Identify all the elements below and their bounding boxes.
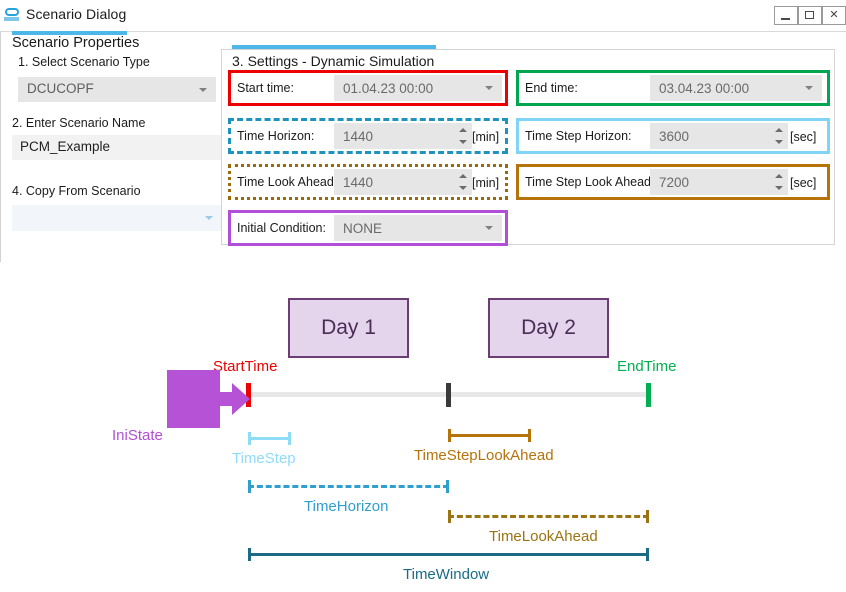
- minimize-icon: [781, 18, 790, 20]
- start-time-marker-label: StartTime: [213, 358, 278, 375]
- day-box: Day 1: [288, 298, 409, 358]
- label-copy-from-scenario: 4. Copy From Scenario: [12, 184, 141, 198]
- spinner-arrows-icon[interactable]: [458, 126, 469, 146]
- midpoint-tick: [446, 383, 451, 407]
- time-step-look-ahead-spinner[interactable]: 7200: [650, 169, 788, 195]
- maximize-button[interactable]: [798, 6, 822, 25]
- time-step-horizon-spinner[interactable]: 3600: [650, 123, 788, 149]
- start-time-combo[interactable]: 01.04.23 00:00: [334, 75, 502, 101]
- scenario-properties-panel: Scenario Properties 1. Select Scenario T…: [12, 35, 222, 231]
- app-logo-icon: [4, 7, 21, 23]
- initial-condition-label: Initial Condition:: [237, 221, 326, 235]
- time-window-span-label: TimeWindow: [403, 566, 490, 583]
- start-time-label: Start time:: [237, 81, 294, 95]
- timeline-diagram: Day 1 Day 2 StartTime EndTime IniState T…: [0, 270, 846, 592]
- start-time-value: 01.04.23 00:00: [343, 80, 434, 96]
- dialog-left-border: [0, 31, 1, 262]
- time-step-look-ahead-label: Time Step Look Ahead:: [525, 175, 655, 189]
- close-icon: ✕: [829, 9, 839, 21]
- initial-condition-value: NONE: [343, 220, 383, 236]
- initial-condition-combo[interactable]: NONE: [334, 215, 502, 241]
- time-horizon-bracket: [248, 480, 449, 493]
- time-horizon-value: 1440: [343, 128, 374, 144]
- scenario-type-dropdown[interactable]: DCUCOPF: [18, 77, 216, 102]
- initial-state-marker-label: IniState: [112, 427, 163, 444]
- day-box: Day 2: [488, 298, 609, 358]
- time-step-horizon-unit: [sec]: [790, 130, 817, 144]
- time-look-ahead-value: 1440: [343, 174, 374, 190]
- chevron-down-icon: [199, 87, 207, 92]
- time-step-horizon-value: 3600: [659, 128, 690, 144]
- chevron-down-icon: [485, 86, 493, 90]
- time-horizon-spinner[interactable]: 1440: [334, 123, 472, 149]
- close-button[interactable]: ✕: [822, 6, 846, 25]
- time-horizon-unit: [min]: [472, 130, 500, 144]
- time-horizon-span-label: TimeHorizon: [304, 498, 389, 515]
- initial-state-arrow-icon: [216, 383, 250, 415]
- time-horizon-label: Time Horizon:: [237, 129, 315, 143]
- window-title: Scenario Dialog: [26, 6, 127, 22]
- chevron-down-icon: [485, 226, 493, 230]
- spinner-arrows-icon[interactable]: [774, 172, 785, 192]
- end-time-tick: [646, 383, 651, 407]
- time-look-ahead-bracket: [448, 510, 649, 523]
- label-enter-scenario-name: 2. Enter Scenario Name: [12, 116, 146, 130]
- spinner-arrows-icon[interactable]: [458, 172, 469, 192]
- copy-from-scenario-dropdown[interactable]: [12, 205, 222, 231]
- time-step-look-ahead-unit: [sec]: [790, 176, 817, 190]
- maximize-icon: [805, 11, 814, 19]
- end-time-combo[interactable]: 03.04.23 00:00: [650, 75, 822, 101]
- time-step-bracket: [248, 432, 291, 445]
- scenario-type-value: DCUCOPF: [27, 81, 94, 96]
- chevron-down-icon: [805, 86, 813, 90]
- time-step-horizon-label: Time Step Horizon:: [525, 129, 632, 143]
- time-look-ahead-span-label: TimeLookAhead: [489, 528, 598, 545]
- label-select-scenario-type: 1. Select Scenario Type: [18, 55, 150, 69]
- time-window-bracket: [248, 548, 649, 561]
- window-titlebar: Scenario Dialog ✕: [0, 0, 846, 31]
- end-time-marker-label: EndTime: [617, 358, 677, 375]
- settings-group-title: 3. Settings - Dynamic Simulation: [232, 53, 435, 69]
- time-step-look-ahead-span-label: TimeStepLookAhead: [414, 447, 554, 464]
- time-step-look-ahead-bracket: [448, 429, 531, 442]
- end-time-label: End time:: [525, 81, 578, 95]
- scenario-properties-title: Scenario Properties: [12, 35, 140, 51]
- initial-state-block: [167, 370, 220, 428]
- time-step-span-label: TimeStep: [232, 450, 296, 467]
- chevron-down-icon: [205, 216, 213, 220]
- spinner-arrows-icon[interactable]: [774, 126, 785, 146]
- minimize-button[interactable]: [774, 6, 798, 25]
- time-look-ahead-spinner[interactable]: 1440: [334, 169, 472, 195]
- scenario-name-input[interactable]: PCM_Example: [12, 135, 222, 160]
- time-look-ahead-unit: [min]: [472, 176, 500, 190]
- scenario-name-value: PCM_Example: [20, 139, 111, 154]
- time-step-look-ahead-value: 7200: [659, 174, 690, 190]
- time-look-ahead-label: Time Look Ahead:: [237, 175, 338, 189]
- end-time-value: 03.04.23 00:00: [659, 80, 750, 96]
